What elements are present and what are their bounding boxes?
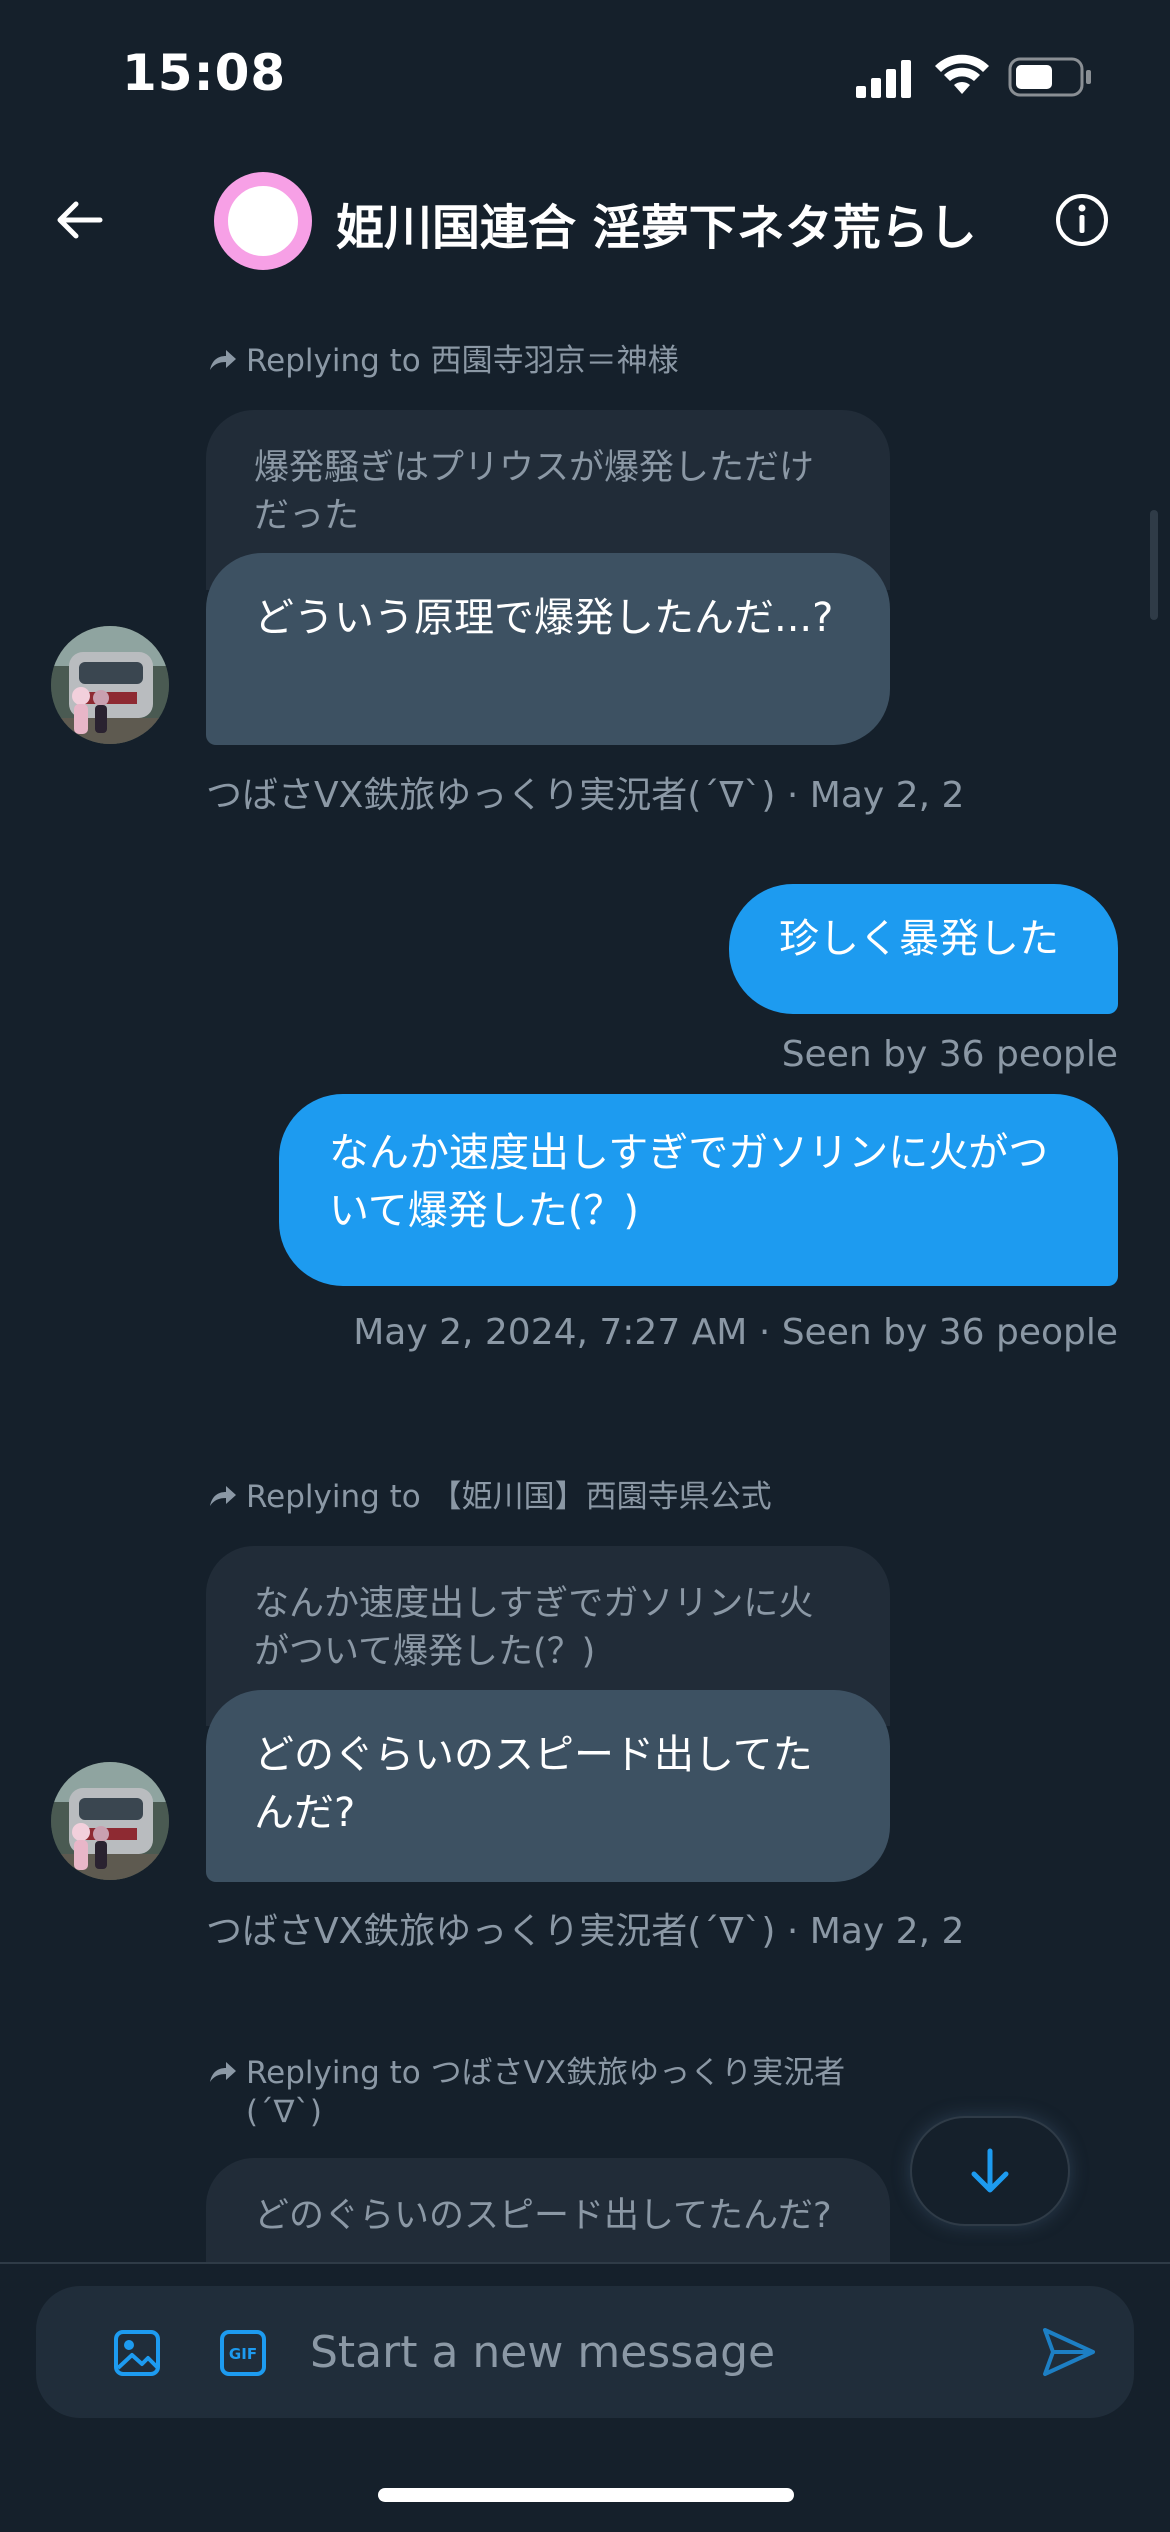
status-bar: 15:08	[0, 0, 1170, 150]
status-time: 15:08	[122, 44, 287, 102]
conversation-header: 姫川国連合 淫夢下ネタ荒らし	[0, 150, 1170, 290]
home-indicator[interactable]	[378, 2488, 794, 2502]
dm-conversation-screen: 15:08 姫川国連合 淫夢下ネタ荒らし Replying to 西園寺羽京＝神…	[0, 0, 1170, 2532]
image-icon	[114, 2330, 160, 2376]
send-icon	[1043, 2328, 1095, 2376]
reply-indicator: Replying to つばさVX鉄旅ゆっくり実況者(´∇`)	[206, 2054, 886, 2132]
info-button[interactable]	[1052, 190, 1112, 250]
send-button[interactable]	[1034, 2320, 1104, 2384]
reply-arrow-icon	[210, 350, 236, 370]
message-input[interactable]	[310, 2312, 1010, 2392]
header-divider	[0, 140, 1170, 152]
seen-status: Seen by 36 people	[781, 1034, 1118, 1075]
gif-icon: GIF	[220, 2330, 266, 2376]
message-composer: GIF	[36, 2286, 1134, 2418]
reply-arrow-icon	[210, 1486, 236, 1506]
train-photo-avatar-image	[51, 626, 169, 744]
reply-to-text: Replying to つばさVX鉄旅ゆっくり実況者(´∇`)	[246, 2055, 846, 2130]
add-gif-button[interactable]: GIF	[208, 2318, 278, 2388]
message-meta: つばさVX鉄旅ゆっくり実況者(´∇`) · May 2, 2	[206, 1911, 965, 1952]
message-text: なんか速度出しすぎでガソリンに火がついて爆発した(？)	[329, 1130, 1049, 1234]
incoming-message-bubble[interactable]: どのぐらいのスピード出してたんだ?	[206, 1690, 890, 1882]
battery-icon	[1008, 57, 1091, 97]
quoted-text: 爆発騒ぎはプリウスが爆発しただけだった	[254, 448, 815, 537]
add-image-button[interactable]	[102, 2318, 172, 2388]
reply-indicator: Replying to 【姫川国】西園寺県公式	[206, 1478, 772, 1517]
wifi-icon	[935, 54, 989, 94]
scrollbar[interactable]	[1150, 510, 1158, 620]
arrow-down-icon	[971, 2148, 1009, 2193]
incoming-message-bubble[interactable]: どういう原理で爆発したんだ...?	[206, 553, 890, 745]
info-icon	[1056, 194, 1108, 246]
scroll-to-bottom-button[interactable]	[910, 2116, 1070, 2226]
quoted-text: なんか速度出しすぎでガソリンに火がついて爆発した(？)	[254, 1584, 814, 1673]
conversation-title[interactable]: 姫川国連合 淫夢下ネタ荒らし	[336, 188, 977, 258]
outgoing-message-bubble[interactable]: なんか速度出しすぎでガソリンに火がついて爆発した(？)	[279, 1094, 1118, 1286]
back-button[interactable]	[44, 188, 114, 252]
arrow-left-icon	[57, 201, 103, 239]
quoted-text: どのぐらいのスピード出してたんだ?	[254, 2196, 832, 2236]
gif-label: GIF	[229, 2345, 257, 2363]
sender-avatar[interactable]	[51, 1762, 169, 1880]
message-text: どういう原理で爆発したんだ...?	[254, 595, 834, 641]
reply-arrow-icon	[210, 2062, 236, 2082]
reply-indicator: Replying to 西園寺羽京＝神様	[206, 342, 679, 381]
cellular-signal-icon	[856, 60, 911, 98]
message-meta: つばさVX鉄旅ゆっくり実況者(´∇`) · May 2, 2	[206, 775, 965, 816]
quoted-message[interactable]: どのぐらいのスピード出してたんだ?	[206, 2158, 890, 2262]
outgoing-message-bubble[interactable]: 珍しく暴発した	[729, 884, 1118, 1014]
message-text: 珍しく暴発した	[779, 916, 1059, 962]
reply-to-text: Replying to 西園寺羽京＝神様	[246, 343, 679, 379]
group-avatar[interactable]	[214, 172, 312, 270]
sender-avatar[interactable]	[51, 626, 169, 744]
train-photo-avatar-image	[51, 1762, 169, 1880]
message-text: どのぐらいのスピード出してたんだ?	[254, 1732, 813, 1836]
message-meta: May 2, 2024, 7:27 AM · Seen by 36 people	[353, 1312, 1118, 1353]
reply-to-text: Replying to 【姫川国】西園寺県公式	[246, 1479, 772, 1515]
